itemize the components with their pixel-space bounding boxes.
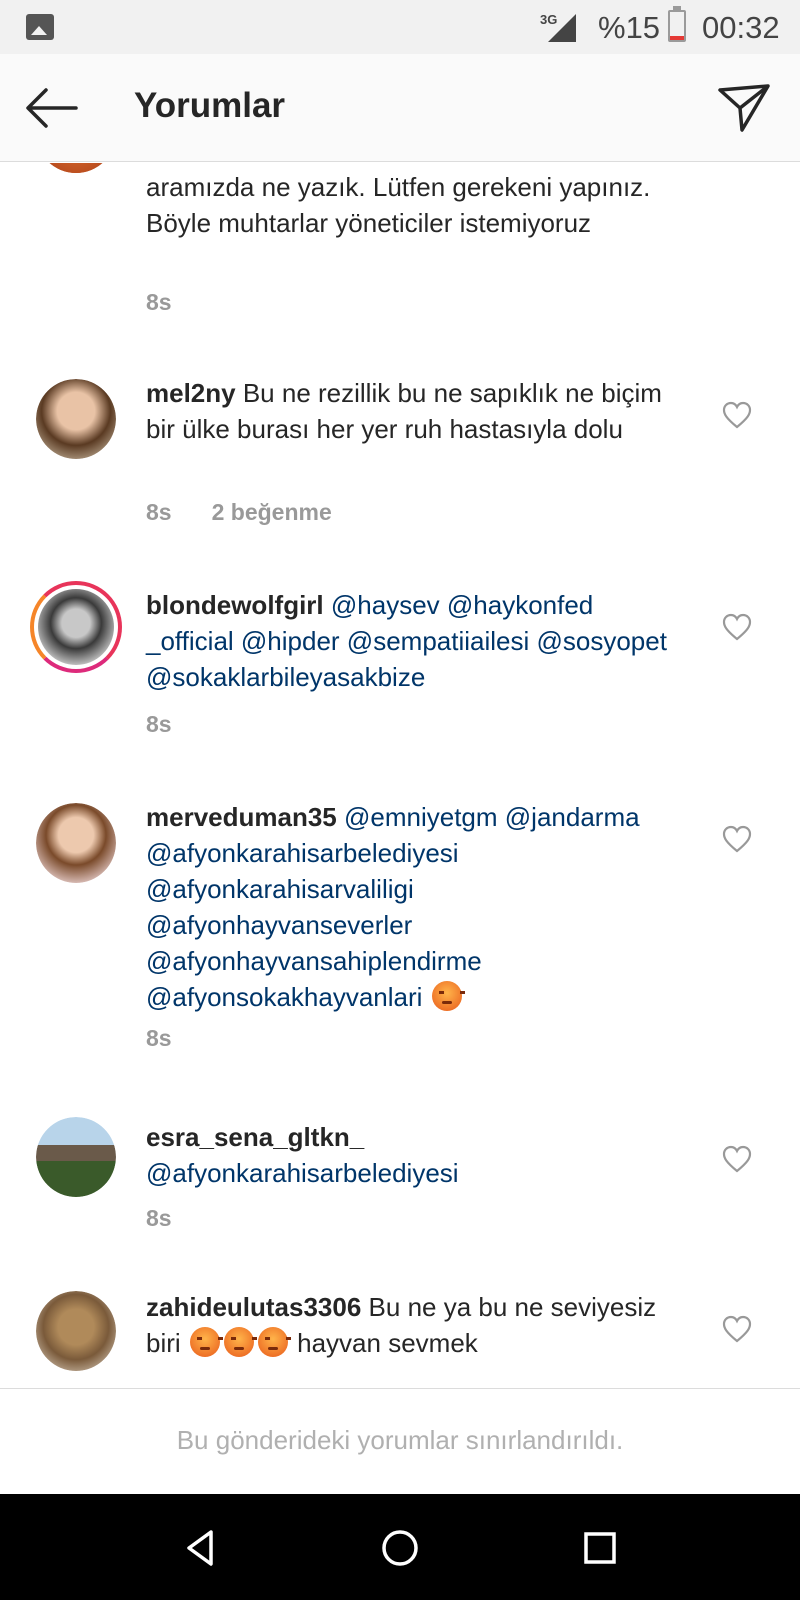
comment-mentions[interactable]: @afyonkarahisarbelediyesi — [146, 1158, 459, 1188]
comment-mentions[interactable]: @emniyetgm @jandarma @afyonkarahisarbele… — [146, 802, 640, 1012]
comment-meta: 8s — [146, 289, 172, 316]
avatar[interactable] — [36, 1117, 116, 1197]
battery-fill — [670, 35, 684, 40]
heart-icon[interactable] — [722, 1315, 752, 1343]
comment-meta: 8s 2 beğenme — [146, 499, 332, 526]
triangle-back-icon — [187, 1530, 213, 1566]
avatar[interactable] — [36, 803, 116, 883]
app-header: Yorumlar — [0, 54, 800, 162]
angry-face-emoji-icon — [189, 1327, 223, 1357]
comment-time: 8s — [146, 1205, 172, 1231]
page-title: Yorumlar — [134, 86, 286, 125]
back-button[interactable] — [20, 76, 84, 140]
comment-text: blondewolfgirl @haysev @haykonfed _offic… — [146, 587, 686, 695]
circle-home-icon — [382, 1530, 418, 1566]
nav-recents-button[interactable] — [576, 1524, 624, 1572]
avatar[interactable] — [36, 163, 116, 173]
heart-icon[interactable] — [722, 825, 752, 853]
comments-list[interactable]: aramızda ne yazık. Lütfen gerekeni yapın… — [0, 163, 800, 1388]
comment-meta: 8s — [146, 711, 172, 738]
avatar-story[interactable] — [30, 581, 122, 673]
share-button[interactable] — [712, 76, 776, 140]
likes-count[interactable]: 2 beğenme — [212, 499, 332, 525]
battery-icon — [668, 6, 686, 42]
avatar[interactable] — [36, 1291, 116, 1371]
arrow-left-icon — [26, 88, 78, 128]
battery-percent: %15 — [598, 10, 661, 45]
comment-time: 8s — [146, 499, 172, 525]
restriction-notice: Bu gönderideki yorumlar sınırlandırıldı. — [176, 1425, 624, 1455]
comment-meta: 8s — [146, 1205, 172, 1232]
comment-time: 8s — [146, 289, 172, 315]
angry-face-emoji-icon — [431, 981, 465, 1011]
comment-username[interactable]: mel2ny — [146, 378, 236, 408]
heart-icon[interactable] — [722, 613, 752, 641]
angry-face-emoji-icon — [223, 1327, 257, 1357]
comment-time: 8s — [146, 1025, 172, 1051]
clock: 00:32 — [702, 10, 780, 45]
comments-restricted-bar: Bu gönderideki yorumlar sınırlandırıldı. — [0, 1388, 800, 1494]
paper-plane-icon — [718, 84, 770, 132]
comment-username[interactable]: blondewolfgirl — [146, 590, 324, 620]
comment-username[interactable]: esra_sena_gltkn_ — [146, 1122, 364, 1152]
comment-username[interactable]: zahideulutas3306 — [146, 1292, 361, 1322]
comment-username[interactable]: merveduman35 — [146, 802, 337, 832]
gallery-notification-icon — [26, 14, 54, 40]
comment-meta: 8s — [146, 1025, 172, 1052]
comment-text: zahideulutas3306 Bu ne ya bu ne seviyesi… — [146, 1289, 686, 1361]
comment-text: mel2ny Bu ne rezillik bu ne sapıklık ne … — [146, 375, 686, 447]
system-nav-bar — [0, 1494, 800, 1600]
heart-icon[interactable] — [722, 401, 752, 429]
comment-time: 8s — [146, 711, 172, 737]
heart-icon[interactable] — [722, 1145, 752, 1173]
nav-back-button[interactable] — [177, 1524, 225, 1572]
angry-face-emoji-icon — [257, 1327, 291, 1357]
comment-text: aramızda ne yazık. Lütfen gerekeni yapın… — [146, 172, 651, 238]
signal-icon — [548, 14, 576, 42]
status-bar: 3G %15 00:32 — [0, 0, 800, 54]
comment-text: esra_sena_gltkn_ @afyonkarahisarbelediyes… — [146, 1119, 686, 1191]
comment-content: hayvan sevmek — [297, 1328, 478, 1358]
avatar[interactable] — [36, 379, 116, 459]
nav-home-button[interactable] — [376, 1524, 424, 1572]
comment-text: merveduman35 @emniyetgm @jandarma @afyon… — [146, 799, 686, 1015]
square-recents-icon — [584, 1532, 616, 1564]
